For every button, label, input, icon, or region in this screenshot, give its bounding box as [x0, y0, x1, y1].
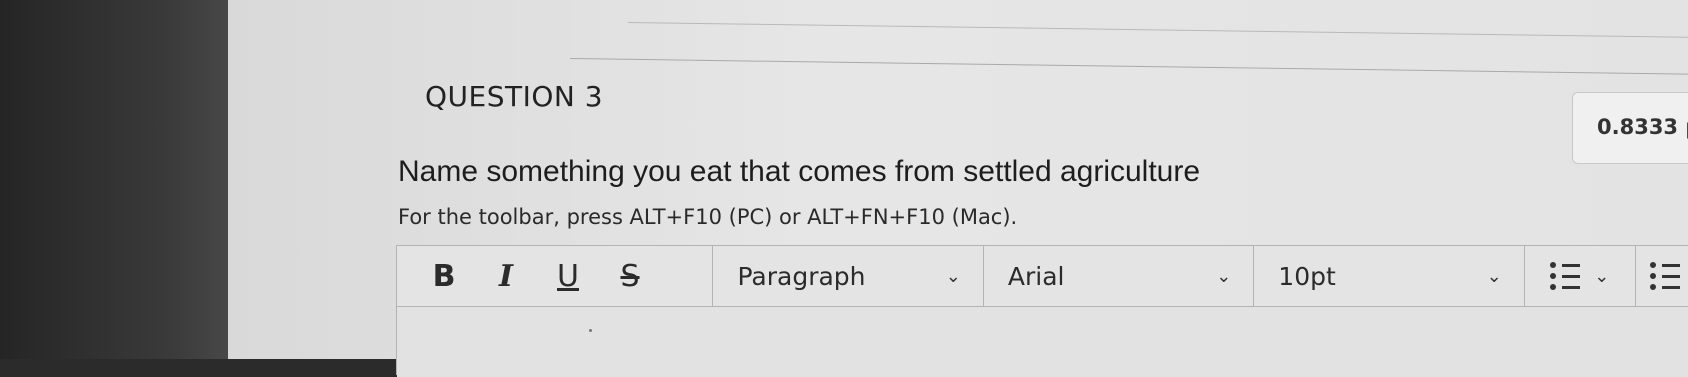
bullet-list-icon [1550, 262, 1581, 290]
numbered-list-button[interactable] [1636, 246, 1688, 306]
format-group: B I U S [397, 246, 714, 306]
bold-button[interactable]: B [429, 259, 459, 294]
text-cursor [589, 329, 592, 332]
font-size-select-value: 10pt [1278, 261, 1336, 291]
answer-editor: B I U S Paragraph ⌄ Arial ⌄ 10pt ⌄ ⌄ [396, 245, 1688, 377]
divider-question [569, 58, 1688, 78]
chevron-down-icon: ⌄ [1594, 265, 1610, 286]
bullet-list-button[interactable]: ⌄ [1525, 246, 1636, 306]
question-title: QUESTION 3 [425, 80, 604, 113]
chevron-down-icon: ⌄ [1486, 265, 1502, 287]
strikethrough-button[interactable]: S [615, 259, 645, 294]
font-select[interactable]: Arial ⌄ [984, 246, 1255, 306]
font-select-value: Arial [1007, 261, 1065, 291]
editor-toolbar: B I U S Paragraph ⌄ Arial ⌄ 10pt ⌄ ⌄ [397, 246, 1688, 307]
italic-button[interactable]: I [491, 259, 521, 294]
toolbar-hint: For the toolbar, press ALT+F10 (PC) or A… [398, 205, 1018, 229]
paragraph-select-value: Paragraph [737, 261, 866, 291]
numbered-list-icon [1650, 262, 1681, 290]
points-value: 0.8333 p [1597, 115, 1688, 139]
chevron-down-icon: ⌄ [1216, 265, 1232, 287]
paragraph-select[interactable]: Paragraph ⌄ [713, 246, 984, 306]
font-size-select[interactable]: 10pt ⌄ [1254, 246, 1525, 306]
monitor-bezel [0, 0, 240, 359]
points-badge: 0.8333 p [1572, 92, 1688, 164]
underline-button[interactable]: U [553, 259, 583, 294]
chevron-down-icon: ⌄ [945, 265, 961, 287]
editor-content-area[interactable] [397, 307, 1688, 377]
question-text: Name something you eat that comes from s… [398, 155, 1201, 188]
divider-top [627, 22, 1688, 41]
